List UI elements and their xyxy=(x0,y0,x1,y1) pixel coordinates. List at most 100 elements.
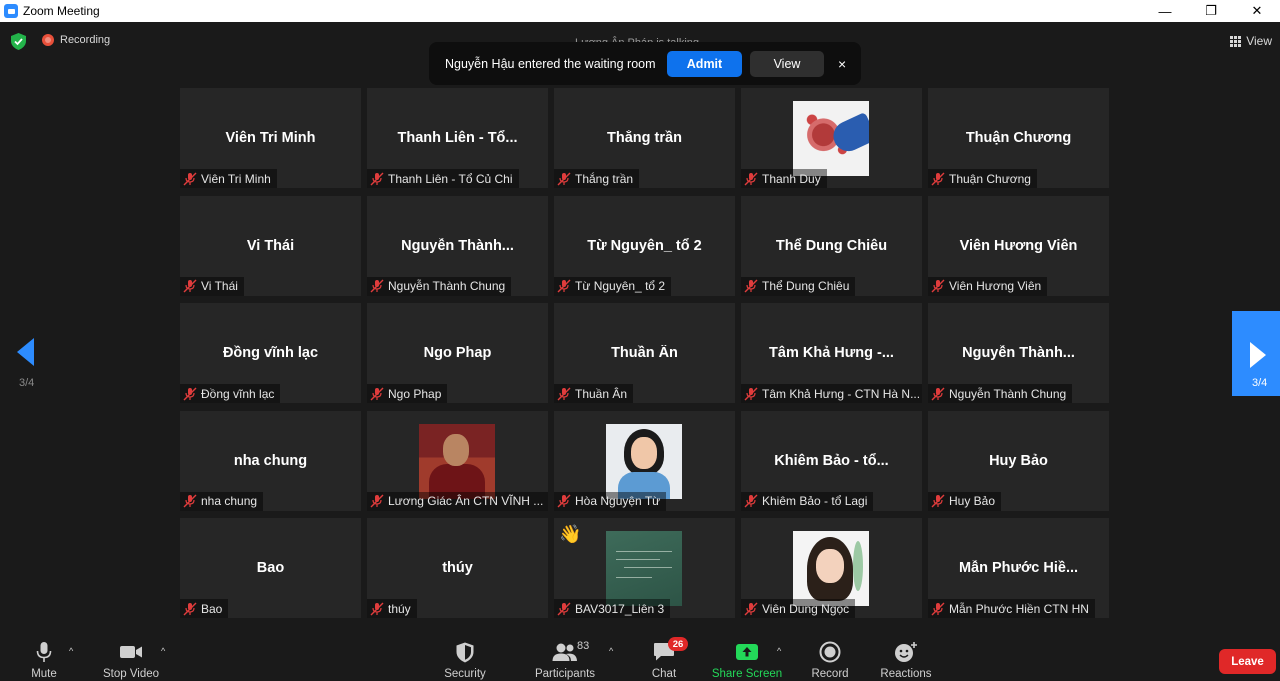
participant-tile[interactable]: nha chung nha chung xyxy=(180,410,361,511)
view-waiting-room-button[interactable]: View xyxy=(750,50,824,77)
participant-name: Viên Tri Minh xyxy=(201,171,271,186)
mic-muted-icon xyxy=(744,387,758,400)
reactions-button[interactable]: Reactions xyxy=(880,640,932,680)
participant-display-name: Ngo Phap xyxy=(423,345,492,361)
participant-display-name: Mẫn Phước Hiề... xyxy=(958,560,1079,576)
participant-name: Đồng vĩnh lạc xyxy=(201,386,275,401)
participant-tile[interactable]: Thanh Duy xyxy=(741,88,922,188)
mic-muted-icon xyxy=(370,602,384,615)
participant-name: Nguyễn Thành Chung xyxy=(949,386,1067,401)
participant-display-name: Huy Bảo xyxy=(989,452,1048,469)
audio-options-caret[interactable]: ^ xyxy=(69,646,73,656)
participant-display-name: Thuận Chương xyxy=(965,130,1072,146)
mic-muted-icon xyxy=(370,387,384,400)
stop-video-button[interactable]: Stop Video xyxy=(102,640,160,680)
video-camera-icon xyxy=(119,640,143,664)
participant-label: Bao xyxy=(180,599,229,618)
next-page-button[interactable]: 3/4 xyxy=(1232,311,1280,396)
participant-display-name: Nguyễn Thành... xyxy=(401,237,514,254)
participant-label: Viên Tri Minh xyxy=(180,169,277,188)
share-screen-icon xyxy=(735,640,759,664)
security-button[interactable]: Security xyxy=(444,640,486,680)
security-shield-icon[interactable] xyxy=(11,33,26,50)
participant-display-name: Khiêm Bảo - tổ... xyxy=(774,452,889,469)
participant-tile[interactable]: Bao Bao xyxy=(180,518,361,618)
participant-label: Vi Thái xyxy=(180,276,244,296)
participant-tile[interactable]: Thuận Chương Thuận Chương xyxy=(928,88,1109,188)
participant-tile[interactable]: Mẫn Phước Hiề... Mẫn Phước Hiền CTN HN xyxy=(928,518,1109,618)
grid-view-icon xyxy=(1230,35,1242,47)
mic-muted-icon xyxy=(557,387,571,400)
mic-muted-icon xyxy=(183,602,197,615)
mic-muted-icon xyxy=(557,279,571,293)
participant-name: BAV3017_Liên 3 xyxy=(575,601,665,616)
participant-name: Thể Dung Chiêu xyxy=(762,279,850,293)
mic-muted-icon xyxy=(370,279,384,293)
mic-muted-icon xyxy=(183,387,197,400)
minimize-button[interactable]: — xyxy=(1142,0,1188,22)
participant-tile[interactable]: Tâm Khả Hưng -... Tâm Khả Hưng - CTN Hà … xyxy=(741,303,922,403)
mic-muted-icon xyxy=(744,172,758,185)
participant-display-name: Đồng vĩnh lạc xyxy=(222,345,319,361)
participants-options-caret[interactable]: ^ xyxy=(609,646,613,656)
participant-name: Hòa Nguyện Từ xyxy=(575,494,661,508)
participant-tile[interactable]: Vi Thái Vi Thái xyxy=(180,195,361,296)
participant-label: Từ Nguyên_ tổ 2 xyxy=(554,276,672,296)
participant-label: Đồng vĩnh lạc xyxy=(180,384,281,403)
admit-button[interactable]: Admit xyxy=(667,50,742,77)
close-window-button[interactable]: ✕ xyxy=(1234,0,1280,22)
share-options-caret[interactable]: ^ xyxy=(777,646,781,656)
participant-tile[interactable]: thúy thúy xyxy=(367,518,548,618)
participant-tile[interactable]: Thể Dung Chiêu Thể Dung Chiêu xyxy=(741,195,922,296)
view-button[interactable]: View xyxy=(1230,34,1272,48)
participant-tile[interactable]: Đồng vĩnh lạc Đồng vĩnh lạc xyxy=(180,303,361,403)
previous-page-arrow-icon[interactable] xyxy=(15,336,35,368)
close-icon[interactable]: × xyxy=(838,56,846,72)
participant-tile[interactable]: Hòa Nguyện Từ xyxy=(554,410,735,511)
restore-button[interactable]: ❐ xyxy=(1188,0,1234,22)
participant-tile[interactable]: Viên Hương Viên Viên Hương Viên xyxy=(928,195,1109,296)
chat-button[interactable]: 26 Chat xyxy=(651,637,688,680)
mic-muted-icon xyxy=(744,494,758,508)
participant-tile[interactable]: Khiêm Bảo - tổ... Khiêm Bảo - tổ Lagi xyxy=(741,410,922,511)
participant-label: Tâm Khả Hưng - CTN Hà N... xyxy=(741,384,922,403)
participant-tile[interactable]: Nguyễn Thành... Nguyễn Thành Chung xyxy=(928,303,1109,403)
participant-tile[interactable]: Viên Tri Minh Viên Tri Minh xyxy=(180,88,361,188)
participant-label: Thuận Chương xyxy=(928,169,1037,188)
participant-tile[interactable]: Viên Dung Ngọc xyxy=(741,518,922,618)
share-screen-button[interactable]: Share Screen xyxy=(712,640,782,680)
participant-display-name: Từ Nguyên_ tổ 2 xyxy=(587,237,702,254)
participant-name: Thuần Ân xyxy=(575,386,628,401)
participants-button[interactable]: 83 Participants xyxy=(534,640,596,680)
record-button[interactable]: Record xyxy=(811,640,849,680)
participant-tile[interactable]: Thanh Liên - Tổ... Thanh Liên - Tổ Củ Ch… xyxy=(367,88,548,188)
participant-tile[interactable]: Ngo Phap Ngo Phap xyxy=(367,303,548,403)
participant-display-name: thúy xyxy=(442,560,473,576)
reactions-label: Reactions xyxy=(880,668,932,680)
video-options-caret[interactable]: ^ xyxy=(161,646,165,656)
participant-profile-photo xyxy=(419,423,495,499)
recording-dot-icon xyxy=(42,34,54,46)
mic-muted-icon xyxy=(557,494,571,508)
participant-label: nha chung xyxy=(180,491,264,511)
leave-button[interactable]: Leave xyxy=(1219,649,1276,674)
participant-tile[interactable]: Thắng trần Thắng trần xyxy=(554,88,735,188)
participant-tile[interactable]: Nguyễn Thành... Nguyễn Thành Chung xyxy=(367,195,548,296)
next-page-arrow-icon xyxy=(1250,342,1266,368)
participant-tile[interactable]: Huy Bảo Huy Bảo xyxy=(928,410,1109,511)
participant-name: Thuận Chương xyxy=(949,171,1031,186)
recording-indicator[interactable]: Recording xyxy=(42,34,110,46)
mic-muted-icon xyxy=(931,279,945,293)
participant-tile[interactable]: Thuần Ân Thuần Ân xyxy=(554,303,735,403)
participant-name: Tâm Khả Hưng - CTN Hà N... xyxy=(762,386,921,401)
participant-tile[interactable]: Lương Giác Ân CTN VĨNH ... xyxy=(367,410,548,511)
shield-icon xyxy=(456,640,474,664)
participant-label: Viên Hương Viên xyxy=(928,276,1048,296)
participants-icon: 83 xyxy=(552,640,589,664)
participant-profile-photo xyxy=(793,101,869,176)
participant-name: Huy Bảo xyxy=(949,494,996,508)
participant-tile[interactable]: Từ Nguyên_ tổ 2 Từ Nguyên_ tổ 2 xyxy=(554,195,735,296)
mute-button[interactable]: Mute xyxy=(30,640,58,680)
recording-label: Recording xyxy=(60,34,111,46)
participant-label: BAV3017_Liên 3 xyxy=(554,599,671,618)
